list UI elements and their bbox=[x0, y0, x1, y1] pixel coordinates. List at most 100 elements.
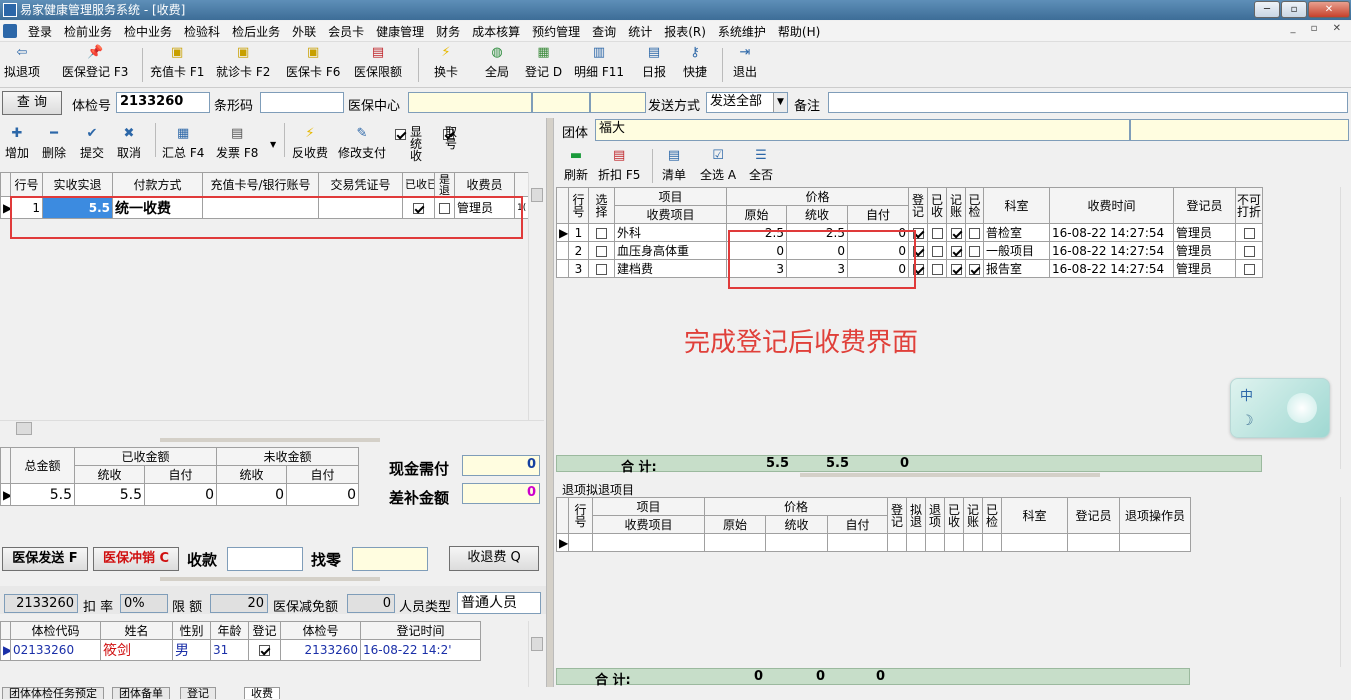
no-discount-checkbox[interactable] bbox=[1243, 227, 1255, 239]
remark-input[interactable] bbox=[828, 92, 1348, 113]
toolbar-insurance-card[interactable]: ▣ 医保卡 F6 bbox=[286, 45, 340, 80]
select-checkbox[interactable] bbox=[596, 263, 607, 275]
group-field-2[interactable] bbox=[1130, 119, 1349, 141]
collect-refund-button[interactable]: 收退费 Q bbox=[449, 546, 539, 571]
col-header[interactable]: 实收实退 bbox=[42, 172, 113, 197]
toolbar-recharge-card[interactable]: ▣ 充值卡 F1 bbox=[150, 45, 204, 80]
reverse-charge-button[interactable]: ⚡ 反收费 bbox=[292, 126, 328, 161]
toolbar-undo-item[interactable]: ⇦ 拟退项 bbox=[4, 45, 40, 80]
table-row[interactable]: ▶ 1 外科 2.5 2.5 0 普检室 16-08-22 14:27:54 管… bbox=[556, 223, 1263, 242]
payment-vertical-scrollbar[interactable] bbox=[528, 172, 544, 420]
table-row[interactable]: 2 血压身高体重 0 0 0 一般项目 16-08-22 14:27:54 管理… bbox=[556, 241, 1263, 260]
items-vertical-scrollbar[interactable] bbox=[1340, 187, 1351, 469]
refund-checkbox[interactable] bbox=[439, 202, 450, 214]
toolbar-register[interactable]: ▦ 登记 D bbox=[525, 45, 562, 80]
col-header[interactable]: 已收已退 bbox=[402, 172, 435, 197]
toolbar-insurance-limit[interactable]: ▤ 医保限额 bbox=[354, 45, 402, 80]
registered-checkbox[interactable] bbox=[912, 263, 924, 275]
select-all-button[interactable]: ☑ 全选 A bbox=[700, 148, 736, 183]
menu-lab[interactable]: 检验科 bbox=[178, 23, 226, 40]
vertical-splitter[interactable] bbox=[546, 118, 554, 687]
person-vertical-scrollbar[interactable] bbox=[528, 621, 544, 687]
menu-appointment[interactable]: 预约管理 bbox=[526, 23, 586, 40]
refund-vertical-scrollbar[interactable] bbox=[1340, 497, 1351, 667]
accounted-checkbox[interactable] bbox=[950, 227, 962, 239]
menu-statistics[interactable]: 统计 bbox=[622, 23, 658, 40]
received-checkbox[interactable] bbox=[931, 263, 943, 275]
select-none-button[interactable]: ☰ 全否 bbox=[749, 148, 773, 183]
discount-button[interactable]: ▤ 折扣 F5 bbox=[598, 148, 640, 183]
show-settled-checkbox[interactable] bbox=[395, 129, 406, 140]
col-header[interactable]: 付款方式 bbox=[112, 172, 203, 197]
person-type-field[interactable]: 普通人员 bbox=[457, 592, 541, 614]
toolbar-daily-report[interactable]: ▤ 日报 bbox=[642, 45, 666, 80]
insurance-center-field-3[interactable] bbox=[590, 92, 646, 113]
cancel-insurance-button[interactable]: 医保冲销 C bbox=[93, 547, 179, 571]
invoice-button[interactable]: ▤ 发票 F8 bbox=[216, 126, 258, 161]
checked-checkbox[interactable] bbox=[969, 227, 980, 239]
no-discount-checkbox[interactable] bbox=[1243, 245, 1255, 257]
table-row[interactable]: 3 建档费 3 3 0 报告室 16-08-22 14:27:54 管理员 bbox=[556, 259, 1263, 278]
tab-register[interactable]: 登记 bbox=[180, 687, 216, 699]
summary-button[interactable]: ▦ 汇总 F4 bbox=[162, 126, 204, 161]
registered-checkbox[interactable] bbox=[912, 227, 924, 239]
toolbar-detail[interactable]: ▥ 明细 F11 bbox=[574, 45, 624, 80]
list-button[interactable]: ▤ 清单 bbox=[662, 148, 686, 183]
menu-pre-exam[interactable]: 检前业务 bbox=[58, 23, 118, 40]
menu-finance[interactable]: 财务 bbox=[430, 23, 466, 40]
menu-outreach[interactable]: 外联 bbox=[286, 23, 322, 40]
toolbar-shortcut[interactable]: ⚷ 快捷 bbox=[683, 45, 707, 80]
menu-system[interactable]: 系统维护 bbox=[712, 23, 772, 40]
tab-group-list[interactable]: 团体备单 bbox=[112, 687, 170, 699]
collect-input[interactable] bbox=[227, 547, 303, 571]
splitter[interactable] bbox=[160, 438, 380, 442]
query-button[interactable]: 查 询 bbox=[2, 91, 62, 115]
menu-post-exam[interactable]: 检后业务 bbox=[226, 23, 286, 40]
menu-query[interactable]: 查询 bbox=[586, 23, 622, 40]
col-header[interactable]: 是退 bbox=[434, 172, 455, 197]
send-insurance-button[interactable]: 医保发送 F bbox=[2, 547, 88, 571]
insurance-center-field-2[interactable] bbox=[532, 92, 590, 113]
tab-group-booking[interactable]: 团体体检任务预定 bbox=[2, 687, 104, 699]
checked-checkbox[interactable] bbox=[969, 263, 980, 275]
select-checkbox[interactable] bbox=[596, 227, 607, 239]
menu-member-card[interactable]: 会员卡 bbox=[322, 23, 370, 40]
submit-button[interactable]: ✔ 提交 bbox=[80, 126, 104, 161]
close-button[interactable]: ✕ bbox=[1308, 1, 1350, 18]
modify-payment-button[interactable]: ✎ 修改支付 bbox=[338, 126, 386, 161]
accounted-checkbox[interactable] bbox=[950, 263, 962, 275]
payment-horizontal-scrollbar[interactable] bbox=[0, 420, 544, 436]
diff-amount-field[interactable]: 0 bbox=[462, 483, 540, 504]
app-menu-icon[interactable] bbox=[3, 24, 17, 38]
col-header[interactable]: 收费员 bbox=[454, 172, 515, 197]
toolbar-insurance-register[interactable]: 📌 医保登记 F3 bbox=[62, 45, 128, 80]
group-field[interactable]: 福大 bbox=[595, 119, 1130, 141]
amount-cell[interactable]: 5.5 bbox=[42, 196, 113, 219]
delete-button[interactable]: ━ 删除 bbox=[42, 126, 66, 161]
registered-checkbox[interactable] bbox=[912, 245, 924, 257]
checked-checkbox[interactable] bbox=[969, 245, 980, 257]
toolbar-change-card[interactable]: ⚡ 换卡 bbox=[434, 45, 458, 80]
col-header[interactable]: 行号 bbox=[10, 172, 43, 197]
table-row[interactable]: ▶ 02133260 筱剑 男 31 2133260 16-08-22 14:2… bbox=[0, 639, 481, 661]
splitter[interactable] bbox=[800, 473, 1100, 477]
minimize-button[interactable]: ─ bbox=[1254, 1, 1280, 18]
menu-help[interactable]: 帮助(H) bbox=[772, 23, 826, 40]
table-row[interactable]: ▶ bbox=[556, 533, 1191, 552]
maximize-button[interactable]: ▫ bbox=[1281, 1, 1307, 18]
cash-due-field[interactable]: 0 bbox=[462, 455, 540, 476]
invoice-dropdown-icon[interactable]: ▼ bbox=[270, 140, 276, 149]
accounted-checkbox[interactable] bbox=[950, 245, 962, 257]
barcode-input[interactable] bbox=[260, 92, 344, 113]
mdi-window-controls[interactable]: _ ▫ ✕ bbox=[1290, 23, 1347, 34]
received-checkbox[interactable] bbox=[413, 202, 424, 214]
change-field[interactable] bbox=[352, 547, 428, 571]
menu-in-exam[interactable]: 检中业务 bbox=[118, 23, 178, 40]
cancel-button[interactable]: ✖ 取消 bbox=[117, 126, 141, 161]
col-header[interactable]: 充值卡号/银行账号 bbox=[202, 172, 319, 197]
toolbar-global[interactable]: ◍ 全局 bbox=[485, 45, 509, 80]
add-button[interactable]: ✚ 增加 bbox=[5, 126, 29, 161]
exam-no-input[interactable]: 2133260 bbox=[116, 92, 210, 113]
col-header[interactable]: 交易凭证号 bbox=[318, 172, 403, 197]
refresh-button[interactable]: ▬ 刷新 bbox=[564, 148, 588, 183]
